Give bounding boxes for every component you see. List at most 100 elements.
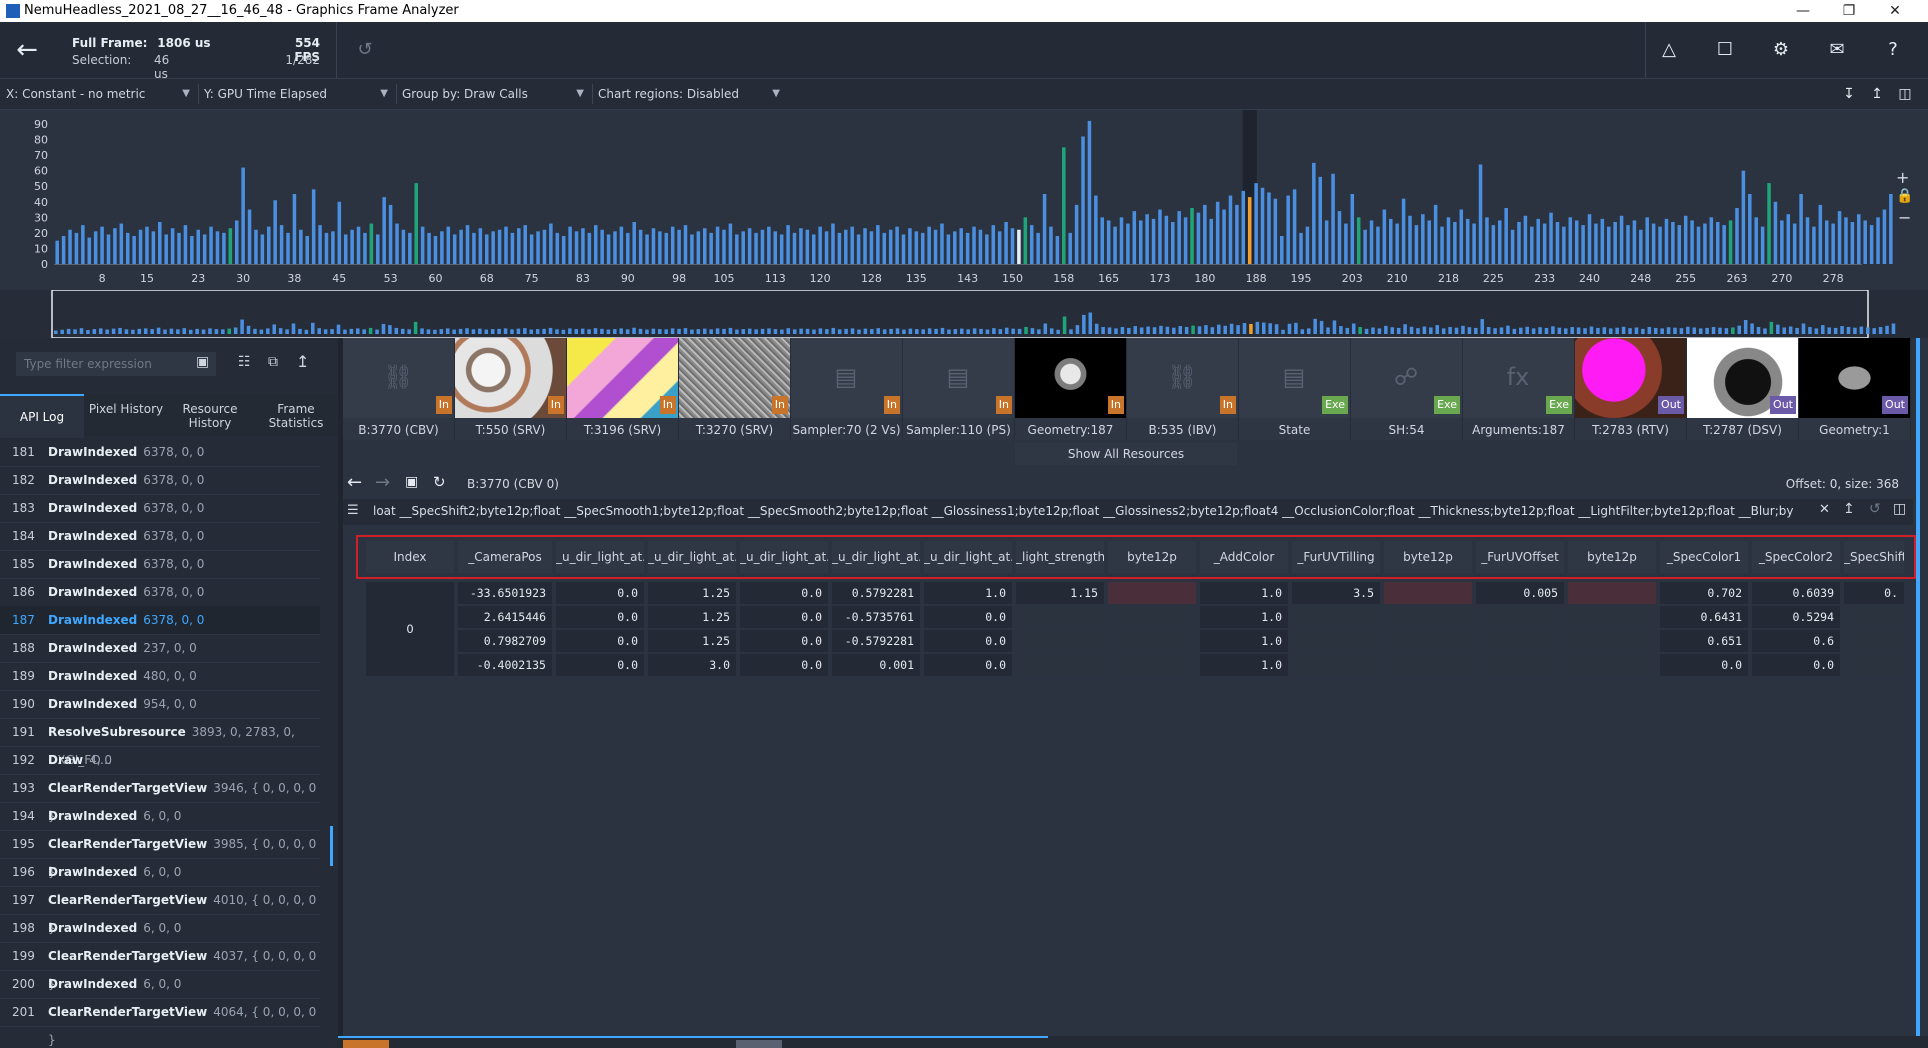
graph-icon[interactable]: △ bbox=[1648, 29, 1690, 71]
chart-bar[interactable] bbox=[485, 234, 489, 264]
table-cell[interactable] bbox=[1292, 606, 1380, 628]
tab-api-log[interactable]: API Log bbox=[0, 394, 84, 438]
chart-bar[interactable] bbox=[119, 223, 124, 264]
chart-bar[interactable] bbox=[587, 232, 592, 264]
chart-bar[interactable] bbox=[1748, 194, 1752, 264]
table-cell[interactable]: 0. bbox=[1844, 582, 1904, 604]
chart-bar[interactable] bbox=[1626, 225, 1630, 264]
resource-tile[interactable]: Out Geometry:1 bbox=[1799, 338, 1911, 440]
x-metric-dropdown[interactable]: X: Constant - no metric ▼ bbox=[6, 83, 194, 105]
column-header[interactable]: _FurUVTilling bbox=[1292, 541, 1380, 573]
chart-bar[interactable] bbox=[1472, 223, 1476, 264]
table-cell[interactable] bbox=[1844, 630, 1904, 652]
chart-bar[interactable] bbox=[61, 236, 66, 264]
chart-bar[interactable] bbox=[1837, 211, 1842, 264]
export-format-icon[interactable]: ↥ bbox=[1843, 501, 1855, 517]
chart-bar[interactable] bbox=[773, 231, 778, 264]
chart-bar[interactable] bbox=[1882, 209, 1887, 264]
chart-bar[interactable] bbox=[1594, 223, 1598, 264]
chart-bar[interactable] bbox=[696, 231, 701, 264]
chart-bar[interactable] bbox=[1812, 226, 1816, 264]
chart-bar[interactable] bbox=[459, 229, 463, 264]
chart-bar[interactable] bbox=[395, 223, 399, 264]
table-cell[interactable] bbox=[1476, 654, 1564, 676]
chart-bar[interactable] bbox=[1151, 218, 1156, 264]
chart-bar[interactable] bbox=[1530, 226, 1534, 264]
chart-bar[interactable] bbox=[1228, 195, 1233, 264]
panel-icon[interactable]: ◫ bbox=[1892, 73, 1918, 115]
table-cell[interactable]: 0.5294 bbox=[1752, 606, 1840, 628]
chart-bar[interactable] bbox=[959, 228, 963, 264]
chart-bar[interactable] bbox=[1017, 229, 1021, 264]
chart-bar[interactable] bbox=[920, 232, 925, 264]
chart-bar[interactable] bbox=[690, 234, 694, 264]
chart-bar[interactable] bbox=[593, 225, 598, 264]
chart-bar[interactable] bbox=[670, 226, 675, 264]
api-log-row[interactable]: 181 DrawIndexed 6378, 0, 0 bbox=[0, 438, 320, 467]
chart-bar[interactable] bbox=[247, 209, 252, 264]
column-header[interactable]: _SpecColor1 bbox=[1660, 541, 1748, 573]
resource-tile[interactable]: In T:3196 (SRV) bbox=[567, 338, 679, 440]
bookmark-icon[interactable]: ☐ bbox=[1704, 29, 1746, 71]
table-cell[interactable]: 0.7982709 bbox=[458, 630, 552, 652]
chart-bar[interactable] bbox=[1196, 212, 1201, 264]
chart-bar[interactable] bbox=[1164, 215, 1169, 264]
table-cell[interactable] bbox=[1108, 582, 1196, 604]
chart-bar[interactable] bbox=[638, 229, 643, 264]
table-cell[interactable]: 0.0 bbox=[1752, 654, 1840, 676]
table-cell[interactable]: 0.005 bbox=[1476, 582, 1564, 604]
chart-bar[interactable] bbox=[1517, 222, 1521, 264]
table-cell[interactable]: 1.0 bbox=[924, 582, 1012, 604]
table-cell[interactable]: 0.0 bbox=[740, 582, 828, 604]
chart-bar[interactable] bbox=[292, 194, 297, 264]
chart-bar[interactable] bbox=[1453, 222, 1457, 264]
chart-bar[interactable] bbox=[754, 232, 758, 264]
resource-tile[interactable]: ⛓ In B:3770 (CBV) bbox=[343, 338, 455, 440]
download-icon[interactable]: ↧ bbox=[1836, 73, 1862, 115]
chart-bar[interactable] bbox=[68, 229, 72, 264]
chart-bar[interactable] bbox=[1690, 220, 1694, 264]
chart-bar[interactable] bbox=[523, 225, 527, 264]
chart-bar[interactable] bbox=[555, 232, 560, 264]
minimize-button[interactable]: — bbox=[1780, 0, 1826, 22]
chart-bar[interactable] bbox=[1369, 220, 1374, 264]
api-log-row[interactable]: 192 Draw 4, 0 bbox=[0, 746, 320, 775]
chart-bar[interactable] bbox=[1324, 220, 1329, 264]
chart-bar[interactable] bbox=[1632, 220, 1637, 264]
chart-bar[interactable] bbox=[305, 236, 310, 264]
chart-bar[interactable] bbox=[946, 234, 951, 264]
api-log-row[interactable]: 183 DrawIndexed 6378, 0, 0 bbox=[0, 494, 320, 523]
chart-bar[interactable] bbox=[267, 226, 271, 264]
filter-input[interactable]: Type filter expression bbox=[16, 352, 216, 376]
chart-bar[interactable] bbox=[600, 229, 604, 264]
copy-icon[interactable]: ⧉ bbox=[268, 354, 278, 370]
chart-bar[interactable] bbox=[645, 234, 649, 264]
table-cell[interactable] bbox=[1476, 630, 1564, 652]
chart-bar[interactable] bbox=[1728, 220, 1733, 264]
table-cell[interactable] bbox=[1292, 654, 1380, 676]
table-cell[interactable]: 1.0 bbox=[1200, 582, 1288, 604]
chart-bar[interactable] bbox=[779, 234, 784, 264]
chart-bar[interactable] bbox=[1497, 220, 1502, 264]
table-cell[interactable]: 0.0 bbox=[924, 630, 1012, 652]
chart-bar[interactable] bbox=[125, 232, 130, 264]
show-all-resources-button[interactable]: Show All Resources bbox=[1015, 443, 1237, 465]
maximize-button[interactable]: ❐ bbox=[1826, 0, 1872, 22]
api-log-row[interactable]: 186 DrawIndexed 6378, 0, 0 bbox=[0, 578, 320, 607]
chart-bar[interactable] bbox=[1286, 195, 1290, 264]
undo-icon[interactable]: ↺ bbox=[344, 29, 386, 71]
chart-bar[interactable] bbox=[1356, 217, 1361, 264]
chart-bar[interactable] bbox=[1068, 232, 1072, 264]
chart-bar[interactable] bbox=[818, 226, 822, 264]
chart-bar[interactable] bbox=[1523, 215, 1528, 264]
format-menu-icon[interactable]: ☰ bbox=[347, 503, 359, 518]
settings-gear-icon[interactable]: ⚙ bbox=[1760, 29, 1802, 71]
chart-bar[interactable] bbox=[465, 225, 470, 264]
chart-bar[interactable] bbox=[1619, 215, 1624, 264]
chart-bar[interactable] bbox=[286, 232, 290, 264]
api-log-row[interactable]: 184 DrawIndexed 6378, 0, 0 bbox=[0, 522, 320, 551]
column-header[interactable]: _u_dir_light_at... bbox=[648, 541, 736, 573]
chart-bar[interactable] bbox=[876, 225, 880, 264]
chart-bar[interactable] bbox=[472, 232, 476, 264]
table-cell[interactable] bbox=[1292, 630, 1380, 652]
